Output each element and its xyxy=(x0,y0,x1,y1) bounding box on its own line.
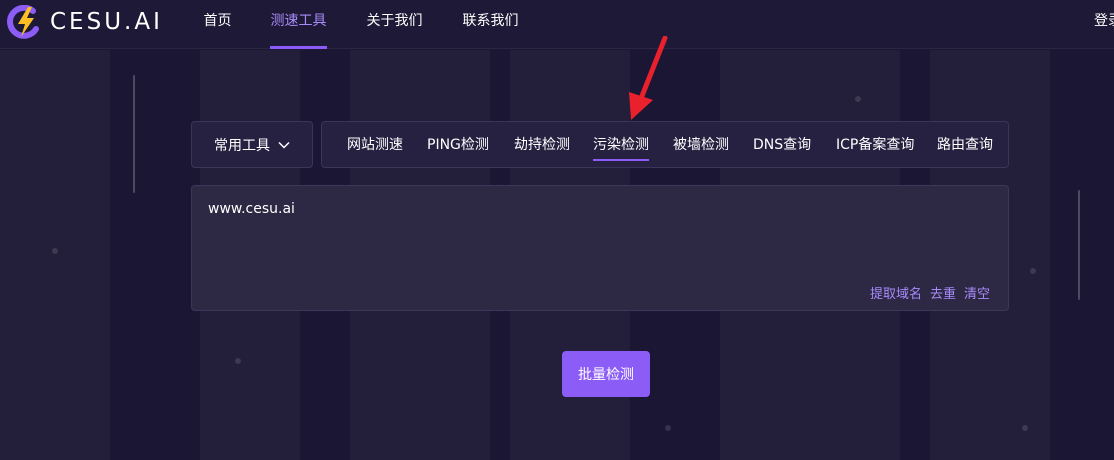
background-dot xyxy=(1030,268,1036,274)
background-line xyxy=(133,75,135,193)
input-actions: 提取域名 去重 清空 xyxy=(870,283,990,302)
extract-domain-link[interactable]: 提取域名 xyxy=(870,283,922,302)
dedupe-link[interactable]: 去重 xyxy=(930,283,956,302)
login-link[interactable]: 登录 xyxy=(1094,0,1114,42)
tools-dropdown[interactable]: 常用工具 xyxy=(191,121,313,168)
tab-hijack-check[interactable]: 劫持检测 xyxy=(514,122,570,167)
tab-route-query[interactable]: 路由查询 xyxy=(937,122,993,167)
tab-blocked-check[interactable]: 被墙检测 xyxy=(673,122,729,167)
brand-name: CESU.AI xyxy=(50,9,163,35)
red-arrow-icon xyxy=(629,36,668,120)
top-navbar: CESU.AI 首页 测速工具 关于我们 联系我们 登录 xyxy=(0,0,1114,49)
tools-dropdown-label: 常用工具 xyxy=(214,137,270,154)
brand-logo[interactable]: CESU.AI xyxy=(6,5,163,39)
nav-about-us[interactable]: 关于我们 xyxy=(366,0,423,49)
nav-home[interactable]: 首页 xyxy=(203,0,232,49)
background-dot xyxy=(855,96,861,102)
lightning-c-logo-icon xyxy=(7,5,39,39)
background-panel xyxy=(0,50,110,460)
background-dot xyxy=(235,358,241,364)
tab-pollution-check[interactable]: 污染检测 xyxy=(593,122,649,167)
tab-website-speed[interactable]: 网站测速 xyxy=(347,122,403,167)
background-dot xyxy=(1022,425,1028,431)
tool-tab-bar: 网站测速 PING检测 劫持检测 污染检测 被墙检测 DNS查询 ICP备案查询… xyxy=(321,121,1009,168)
nav-speed-tools[interactable]: 测速工具 xyxy=(270,0,327,49)
domain-input-area: www.cesu.ai 提取域名 去重 清空 xyxy=(191,185,1009,311)
tab-dns-query[interactable]: DNS查询 xyxy=(753,122,811,167)
batch-check-button[interactable]: 批量检测 xyxy=(562,351,650,397)
chevron-down-icon xyxy=(278,141,290,149)
nav-contact-us[interactable]: 联系我们 xyxy=(462,0,519,49)
background-dot xyxy=(52,248,58,254)
background-dot xyxy=(665,425,671,431)
tab-icp-query[interactable]: ICP备案查询 xyxy=(836,122,914,167)
clear-link[interactable]: 清空 xyxy=(964,283,990,302)
background-line xyxy=(1078,190,1080,300)
tab-ping-check[interactable]: PING检测 xyxy=(427,122,489,167)
